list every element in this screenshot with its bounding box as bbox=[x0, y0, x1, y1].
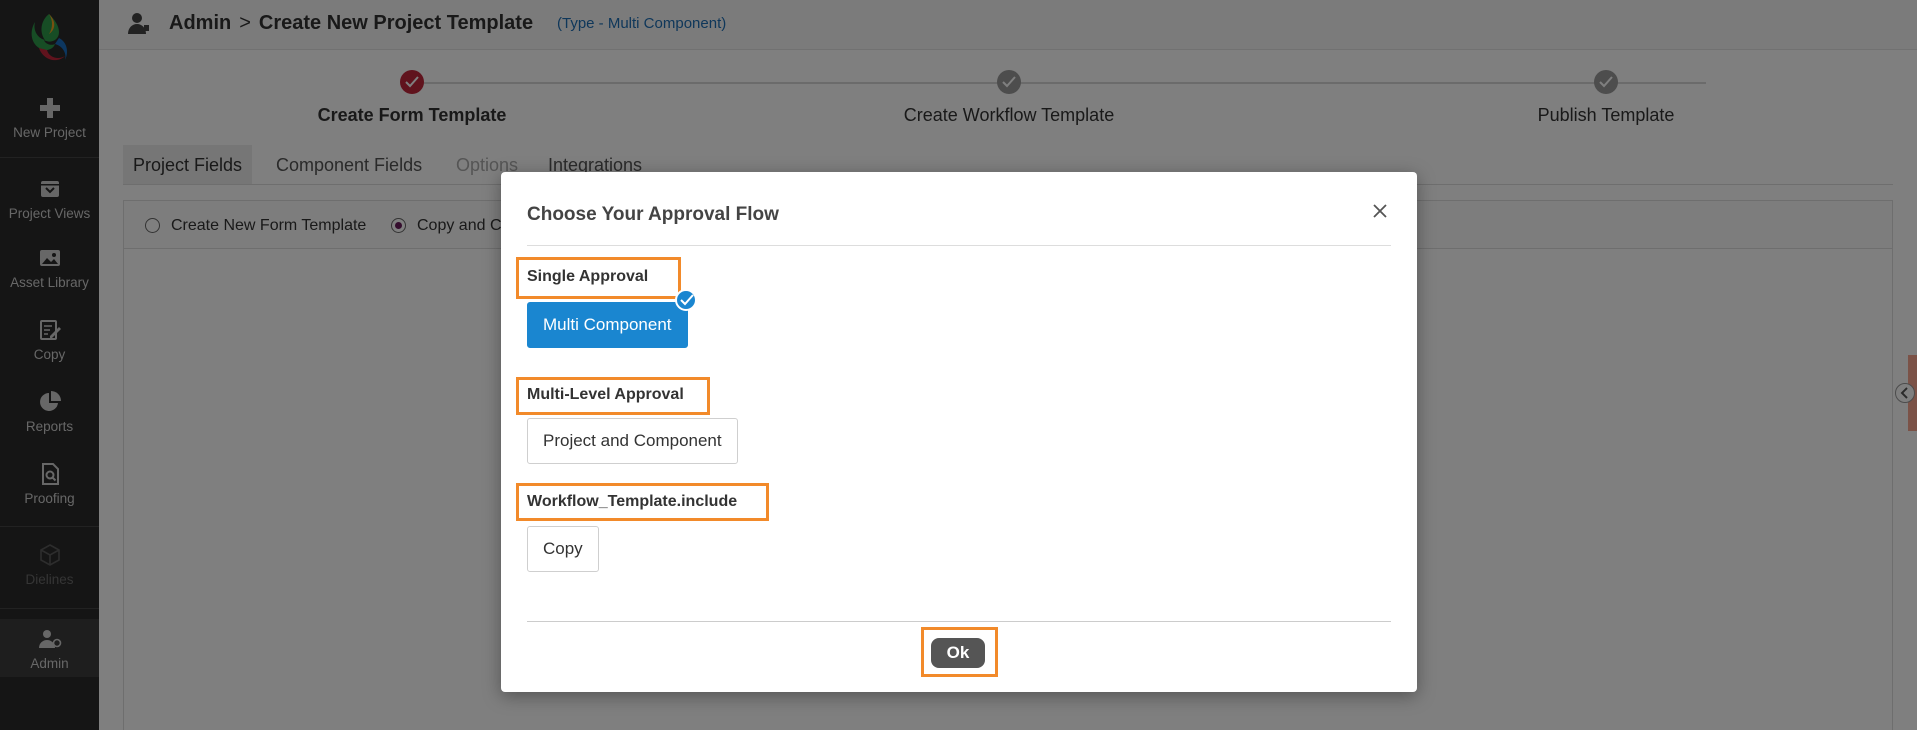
ok-button[interactable]: Ok bbox=[931, 638, 985, 668]
modal-footer-divider bbox=[527, 621, 1391, 622]
project-and-component-button[interactable]: Project and Component bbox=[527, 418, 738, 464]
modal-header-divider bbox=[527, 245, 1391, 246]
multi-component-button[interactable]: Multi Component bbox=[527, 302, 688, 348]
workflow-template-include-label: Workflow_Template.include bbox=[527, 493, 738, 510]
close-icon[interactable] bbox=[1371, 202, 1389, 220]
copy-button[interactable]: Copy bbox=[527, 526, 599, 572]
modal-title: Choose Your Approval Flow bbox=[527, 204, 779, 225]
approval-flow-modal: Choose Your Approval Flow Single Approva… bbox=[501, 172, 1417, 692]
selected-check-icon bbox=[675, 289, 697, 311]
multi-level-approval-label: Multi-Level Approval bbox=[527, 386, 684, 403]
single-approval-label: Single Approval bbox=[527, 268, 649, 285]
